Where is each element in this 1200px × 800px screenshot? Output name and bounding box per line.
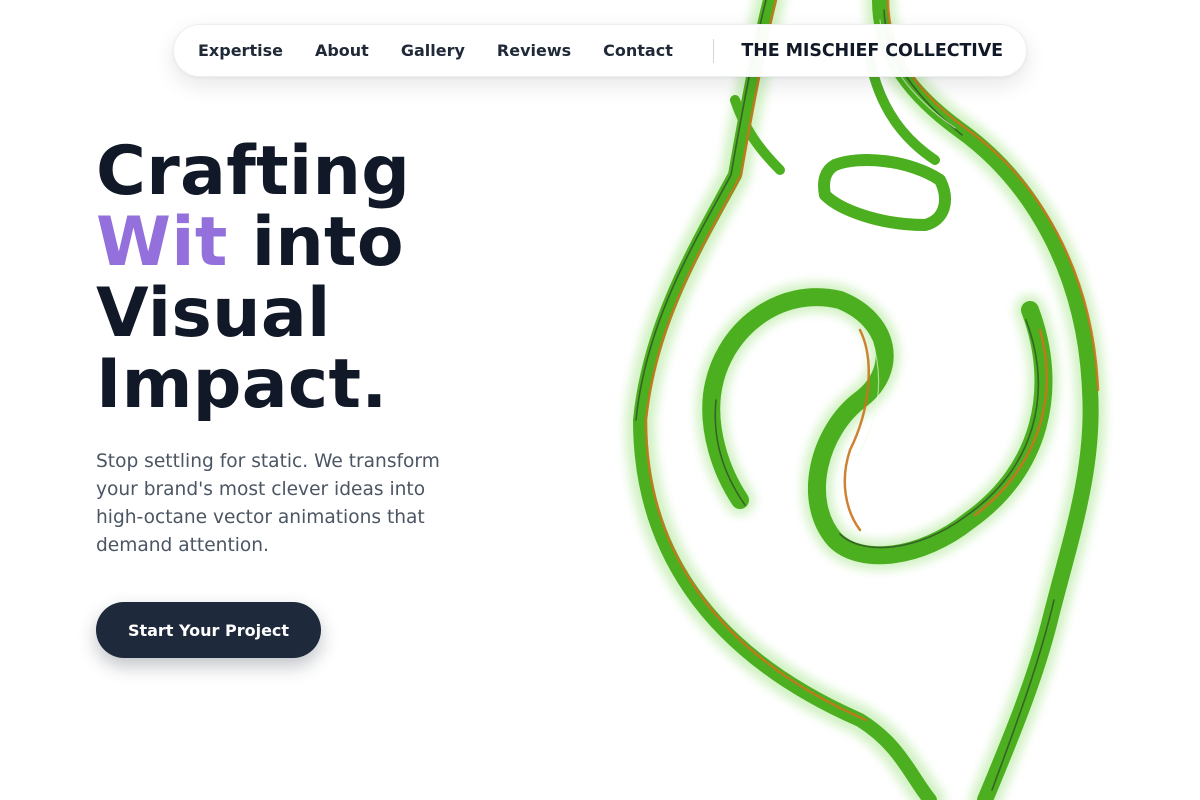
- brand-name[interactable]: THE MISCHIEF COLLECTIVE: [741, 41, 1003, 61]
- swirl-illustration: [625, 0, 1106, 800]
- nav-link-about[interactable]: About: [315, 41, 369, 60]
- nav-link-gallery[interactable]: Gallery: [401, 41, 465, 60]
- landing-page: Expertise About Gallery Reviews Contact …: [0, 0, 1200, 800]
- nav-divider: [712, 38, 714, 63]
- hero-section: Crafting Wit into Visual Impact. Stop se…: [96, 136, 556, 658]
- hero-headline: Crafting Wit into Visual Impact.: [96, 136, 556, 420]
- nav-link-expertise[interactable]: Expertise: [198, 41, 283, 60]
- headline-line-4: Impact.: [96, 345, 388, 424]
- top-navigation: Expertise About Gallery Reviews Contact …: [173, 24, 1027, 77]
- nav-link-contact[interactable]: Contact: [603, 41, 673, 60]
- nav-link-reviews[interactable]: Reviews: [497, 41, 571, 60]
- hero-subheading: Stop settling for static. We transform y…: [96, 451, 440, 556]
- headline-line-3: Visual: [96, 274, 331, 353]
- headline-line-2-rest: into: [227, 203, 404, 282]
- headline-line-1: Crafting: [96, 132, 411, 211]
- headline-accent-word: Wit: [96, 203, 228, 282]
- nav-links: Expertise About Gallery Reviews Contact: [198, 41, 673, 60]
- start-project-button[interactable]: Start Your Project: [96, 602, 321, 658]
